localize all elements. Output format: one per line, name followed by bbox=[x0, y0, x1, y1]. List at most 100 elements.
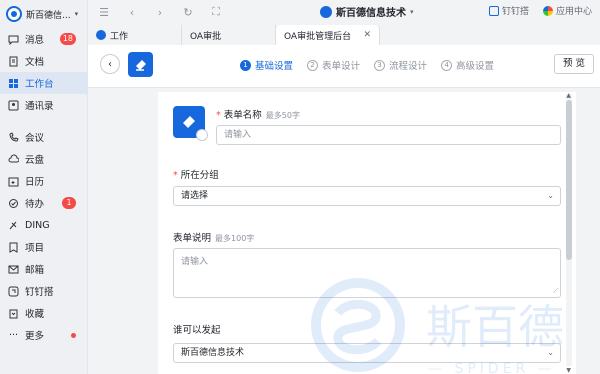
org-switcher[interactable]: 斯百德信... ▾ bbox=[6, 5, 78, 23]
step-number: 2 bbox=[307, 59, 319, 71]
sidebar-item-favorites[interactable]: 收藏 bbox=[0, 302, 88, 324]
watermark-text: 斯百德 bbox=[426, 300, 564, 354]
unread-badge: 18 bbox=[59, 33, 76, 45]
sidebar-item-contacts[interactable]: 通讯录 bbox=[0, 94, 88, 116]
sidebar-item-label: 文档 bbox=[25, 57, 45, 68]
tab-label: 工作 bbox=[110, 31, 129, 42]
sidebar-item-messages[interactable]: 消息 18 bbox=[0, 28, 88, 50]
dingda-link-label: 钉钉搭 bbox=[501, 7, 529, 17]
meeting-icon bbox=[8, 131, 19, 143]
more-icon: ··· bbox=[8, 329, 19, 341]
caret-down-icon: ▾ bbox=[74, 10, 79, 18]
step-navigator: 1 基础设置 2 表单设计 3 流程设计 4 高级设置 bbox=[240, 58, 494, 72]
preview-button[interactable]: 预 览 bbox=[554, 54, 594, 74]
sidebar-item-label: 项目 bbox=[25, 243, 45, 254]
sidebar-item-ding[interactable]: DING bbox=[0, 214, 88, 236]
document-icon bbox=[8, 56, 19, 67]
group-select-value: 请选择 bbox=[181, 191, 209, 201]
group-select[interactable]: 请选择 ⌄ bbox=[173, 186, 561, 206]
app-center-icon bbox=[542, 5, 553, 16]
org-name: 斯百德信... bbox=[26, 10, 71, 21]
step-number: 1 bbox=[240, 59, 251, 71]
tab-oa-approval[interactable]: OA审批 bbox=[182, 25, 276, 45]
form-icon[interactable] bbox=[173, 106, 208, 141]
sidebar-nav: 消息 18 文档 工作台 通讯录 会议 云盘 日历 待办 1 DING 项目 邮… bbox=[0, 28, 88, 346]
project-icon bbox=[8, 242, 19, 253]
sidebar-item-label: DING bbox=[25, 219, 50, 231]
who-can-initiate-label: 谁可以发起 bbox=[173, 325, 221, 336]
step-label: 表单设计 bbox=[322, 61, 361, 72]
org-logo-icon bbox=[6, 6, 22, 22]
refresh-icon[interactable]: ↻ bbox=[180, 4, 196, 20]
title-bar-links: 钉钉搭 应用中心 bbox=[488, 4, 592, 17]
sidebar-item-label: 工作台 bbox=[25, 79, 54, 90]
forward-arrow-icon[interactable]: › bbox=[152, 4, 168, 20]
sidebar-item-mail[interactable]: 邮箱 bbox=[0, 258, 88, 280]
sidebar-item-label: 日历 bbox=[25, 177, 45, 188]
sidebar-item-builder[interactable]: 钉钉搭 bbox=[0, 280, 88, 302]
watermark-subtext: — SPIDER — bbox=[428, 361, 556, 374]
sidebar-item-label: 待办 bbox=[25, 199, 45, 210]
org-logo-icon bbox=[320, 5, 332, 18]
cloud-drive-icon bbox=[8, 154, 19, 165]
scroll-up-arrow-icon[interactable]: ▲ bbox=[566, 92, 571, 99]
chevron-down-icon: ⌄ bbox=[547, 191, 554, 200]
spider-watermark: 斯百德 — SPIDER — bbox=[311, 278, 564, 374]
step-number: 4 bbox=[441, 59, 453, 71]
step-basic-settings[interactable]: 1 基础设置 bbox=[240, 58, 293, 72]
sidebar-item-project[interactable]: 项目 bbox=[0, 236, 88, 258]
edit-icon bbox=[196, 129, 208, 141]
scrollbar-thumb[interactable] bbox=[566, 100, 572, 260]
window-title[interactable]: 斯百德信息技术 ▾ bbox=[320, 4, 414, 19]
back-arrow-icon[interactable]: ‹ bbox=[124, 4, 140, 20]
dingda-link[interactable]: 钉钉搭 bbox=[488, 4, 529, 17]
sidebar-item-todo[interactable]: 待办 1 bbox=[0, 192, 88, 214]
step-label: 基础设置 bbox=[255, 61, 294, 72]
step-label: 高级设置 bbox=[456, 61, 495, 72]
sidebar-item-docs[interactable]: 文档 bbox=[0, 50, 88, 72]
app-center-link[interactable]: 应用中心 bbox=[542, 4, 592, 17]
step-process-design[interactable]: 3 流程设计 bbox=[374, 58, 427, 72]
workbench-icon bbox=[8, 78, 19, 89]
main-content: ‹ 1 基础设置 2 表单设计 3 流程设计 4 高级设置 预 览 * 表单名称… bbox=[88, 45, 600, 374]
step-advanced-settings[interactable]: 4 高级设置 bbox=[441, 58, 494, 72]
sidebar: 斯百德信... ▾ 消息 18 文档 工作台 通讯录 会议 云盘 日历 待办 1… bbox=[0, 0, 88, 374]
back-button[interactable]: ‹ bbox=[100, 54, 120, 74]
editor-header: ‹ 1 基础设置 2 表单设计 3 流程设计 4 高级设置 预 览 bbox=[88, 45, 600, 88]
tab-work[interactable]: 工作 bbox=[88, 25, 182, 45]
form-name-input[interactable]: 请输入 bbox=[216, 125, 561, 145]
form-app-icon bbox=[128, 52, 153, 77]
message-icon bbox=[8, 34, 19, 45]
sidebar-item-label: 更多 bbox=[25, 331, 45, 342]
fullscreen-icon[interactable]: ⛶ bbox=[208, 4, 224, 20]
favorites-icon bbox=[8, 308, 19, 319]
dingda-icon bbox=[488, 5, 499, 16]
tab-logo-icon bbox=[96, 30, 106, 40]
step-form-design[interactable]: 2 表单设计 bbox=[307, 58, 360, 72]
sidebar-item-label: 邮箱 bbox=[25, 265, 45, 276]
description-placeholder: 请输入 bbox=[181, 257, 209, 267]
title-bar: ☰ ‹ › ↻ ⛶ 斯百德信息技术 ▾ 钉钉搭 应用中心 bbox=[88, 0, 600, 24]
contacts-icon bbox=[8, 100, 19, 111]
app-center-link-label: 应用中心 bbox=[555, 7, 592, 17]
notification-dot bbox=[71, 333, 76, 338]
sidebar-item-cloud[interactable]: 云盘 bbox=[0, 148, 88, 170]
sidebar-item-label: 会议 bbox=[25, 133, 45, 144]
sidebar-item-more[interactable]: ··· 更多 bbox=[0, 324, 88, 346]
sidebar-item-calendar[interactable]: 日历 bbox=[0, 170, 88, 192]
sidebar-item-label: 云盘 bbox=[25, 155, 45, 166]
tab-oa-admin[interactable]: OA审批管理后台 ✕ bbox=[276, 25, 380, 45]
sidebar-item-workbench[interactable]: 工作台 bbox=[0, 72, 88, 94]
group-label: * 所在分组 bbox=[173, 170, 219, 181]
initiator-select-value: 斯百德信息技术 bbox=[181, 348, 245, 358]
builder-icon bbox=[8, 286, 19, 297]
step-number: 3 bbox=[374, 59, 386, 71]
window-title-text: 斯百德信息技术 bbox=[336, 8, 406, 19]
mail-icon bbox=[8, 264, 19, 275]
sidebar-item-meeting[interactable]: 会议 bbox=[0, 126, 88, 148]
close-icon[interactable]: ✕ bbox=[363, 30, 371, 40]
sidebar-toggle-icon[interactable]: ☰ bbox=[96, 4, 112, 20]
description-label: 表单说明 最多100字 bbox=[173, 233, 255, 244]
tab-label: OA审批 bbox=[190, 31, 222, 42]
todo-badge: 1 bbox=[62, 197, 76, 209]
